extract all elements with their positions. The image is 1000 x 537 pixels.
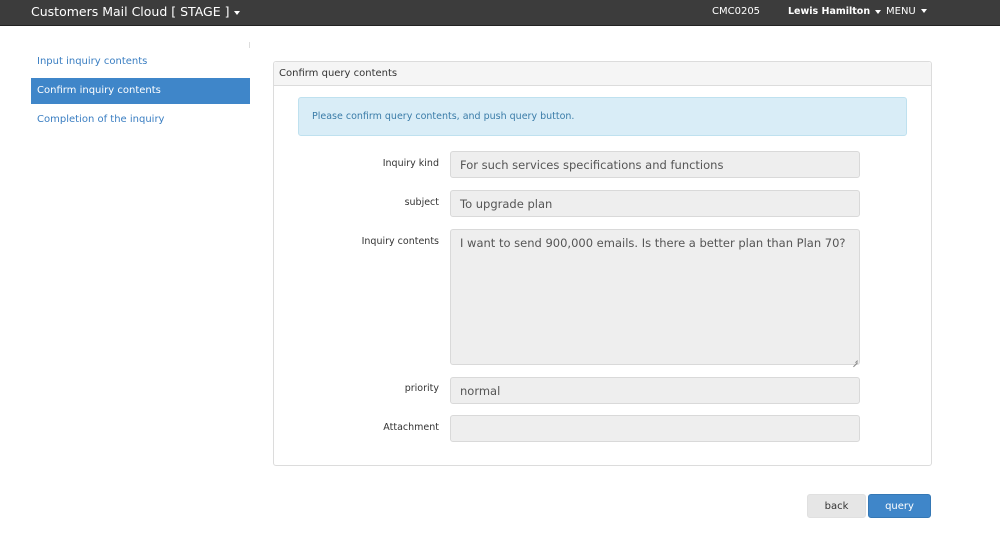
inquiry-contents-text: I want to send 900,000 emails. Is there … [460, 236, 846, 250]
inquiry-kind-label: Inquiry kind [382, 158, 439, 169]
attachment-field [450, 415, 860, 442]
inquiry-kind-field: For such services specifications and fun… [450, 151, 860, 178]
user-menu[interactable]: Lewis Hamilton [788, 6, 882, 17]
chevron-down-icon [920, 9, 927, 13]
app-title-dropdown[interactable]: Customers Mail Cloud [ STAGE ] [31, 4, 241, 19]
sidebar-item-input[interactable]: Input inquiry contents [31, 49, 250, 75]
screen-code: CMC0205 [712, 6, 761, 17]
sidebar-item-confirm[interactable]: Confirm inquiry contents [31, 78, 250, 104]
subject-field: To upgrade plan [450, 190, 860, 217]
panel-title: Confirm query contents [274, 62, 931, 86]
chevron-down-icon [234, 10, 241, 15]
priority-field: normal [450, 377, 860, 404]
sidebar-item-completion[interactable]: Completion of the inquiry [31, 107, 250, 133]
main-menu[interactable]: MENU [886, 6, 927, 17]
top-navbar: Customers Mail Cloud [ STAGE ] CMC0205 L… [0, 0, 1000, 26]
confirm-panel: Confirm query contents Please confirm qu… [273, 61, 932, 466]
menu-label: MENU [886, 6, 916, 17]
resize-handle-icon[interactable] [852, 357, 858, 363]
priority-label: priority [404, 383, 439, 394]
info-alert: Please confirm query contents, and push … [298, 97, 907, 136]
inquiry-contents-field[interactable]: I want to send 900,000 emails. Is there … [450, 229, 860, 365]
user-name: Lewis Hamilton [788, 6, 871, 17]
chevron-down-icon [875, 9, 882, 14]
sidebar: Input inquiry contents Confirm inquiry c… [31, 49, 250, 136]
divider [249, 42, 250, 48]
back-button[interactable]: back [807, 494, 866, 518]
query-button[interactable]: query [868, 494, 931, 518]
inquiry-contents-label: Inquiry contents [361, 236, 439, 247]
attachment-label: Attachment [383, 422, 439, 433]
subject-label: subject [404, 197, 439, 208]
app-title: Customers Mail Cloud [ STAGE ] [31, 4, 230, 19]
